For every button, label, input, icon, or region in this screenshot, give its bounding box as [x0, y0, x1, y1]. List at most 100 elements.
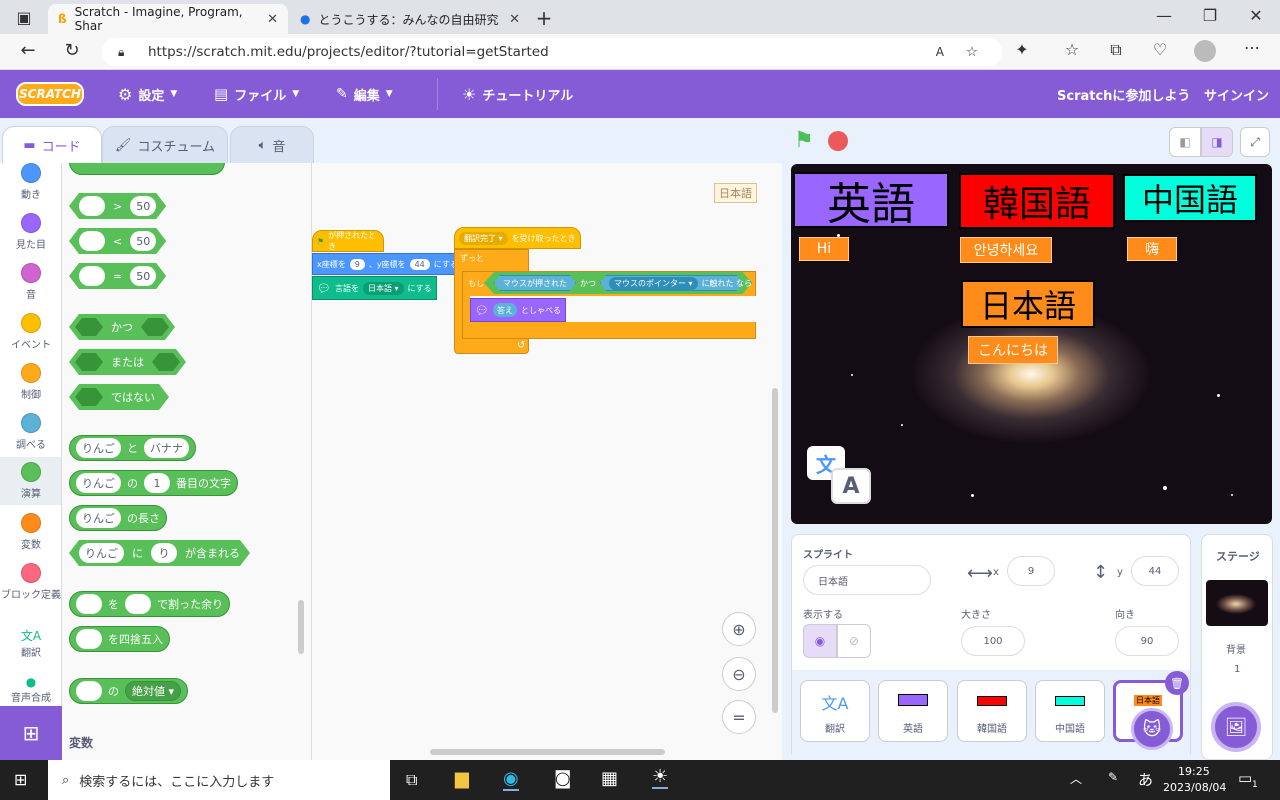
operand-slot[interactable]: 50: [130, 231, 156, 251]
clock-time[interactable]: 19:25: [1178, 765, 1210, 778]
and-condition[interactable]: マウスが押された かつ マウスのポインター ▾ に触れた: [484, 272, 753, 294]
zoom-in-button[interactable]: ⊕: [722, 612, 756, 646]
category-operators[interactable]: 演算: [0, 457, 61, 505]
sprite-thumb-english[interactable]: 英語: [878, 680, 948, 742]
category-events[interactable]: イベント: [0, 313, 61, 351]
when-flag-clicked-hat[interactable]: ⚑ が押されたとき: [312, 230, 384, 252]
restore-icon[interactable]: ❐: [1198, 6, 1222, 25]
x-input[interactable]: 9: [1007, 556, 1055, 586]
favorite-star-icon[interactable]: ☆: [966, 44, 978, 60]
tutorial-menu[interactable]: ☀ チュートリアル: [462, 70, 573, 118]
direction-input[interactable]: 90: [1115, 626, 1179, 656]
profile-avatar[interactable]: [1194, 40, 1216, 62]
category-text-to-speech[interactable]: ● 音声合成: [0, 675, 61, 704]
block-letter-of[interactable]: りんごの 1 番目の文字: [69, 470, 238, 496]
block-round[interactable]: を四捨五入: [69, 626, 170, 652]
operand-slot[interactable]: [76, 629, 102, 649]
block-contains[interactable]: りんごにりが含まれる: [69, 540, 250, 566]
touching-condition[interactable]: マウスのポインター ▾ に触れた: [600, 275, 743, 291]
show-button[interactable]: ◉: [803, 624, 837, 658]
tab-code[interactable]: ▬ コード: [2, 126, 102, 164]
address-field[interactable]: 🔒︎ https://scratch.mit.edu/projects/edit…: [102, 38, 1002, 66]
settings-menu[interactable]: ⚙ 設定 ▼: [118, 70, 177, 118]
new-tab-icon[interactable]: +: [532, 6, 556, 30]
category-looks[interactable]: 見た目: [0, 213, 61, 251]
translate-sprite[interactable]: 文 A: [807, 446, 873, 506]
code-workspace[interactable]: 日本語 ⚑ が押されたとき x座標を 9 、y座標を 44 にする 💬︎ 言語を 日本語 ▾…: [312, 163, 782, 760]
taskbar-search[interactable]: ⌕ 検索するには、ここに入力します: [48, 760, 390, 800]
touching-dropdown[interactable]: マウスのポインター ▾: [609, 277, 698, 290]
large-stage-button[interactable]: ◨: [1201, 127, 1233, 157]
code-horizontal-scrollbar[interactable]: [430, 749, 665, 755]
say-block[interactable]: 💬︎ 答え としゃべる: [470, 298, 566, 322]
bool-slot[interactable]: [75, 388, 103, 406]
y-input[interactable]: 44: [409, 258, 430, 270]
sign-in-link[interactable]: サインイン: [1204, 70, 1269, 118]
operand-slot[interactable]: [76, 681, 102, 701]
operand-slot[interactable]: [79, 196, 105, 216]
operand-slot[interactable]: 50: [130, 196, 156, 216]
extensions-icon[interactable]: ✦: [1010, 40, 1034, 59]
operand-slot[interactable]: 50: [130, 266, 156, 286]
delete-sprite-button[interactable]: 🗑︎: [1165, 671, 1189, 695]
browser-tab-2[interactable]: ● とうこうする：みんなの自由研究紹介 ✕: [290, 4, 530, 34]
function-dropdown[interactable]: 絶対値 ▾: [125, 681, 182, 701]
x-input[interactable]: 9: [349, 258, 365, 270]
back-icon[interactable]: ←: [16, 40, 40, 61]
tab-sound[interactable]: 🔈︎ 音: [230, 126, 314, 164]
add-extension-button[interactable]: ⊞: [0, 706, 62, 760]
sprite-english[interactable]: 英語: [793, 172, 949, 230]
bool-slot[interactable]: [75, 353, 103, 371]
answer-reporter[interactable]: 答え: [492, 303, 517, 317]
file-menu[interactable]: ▤ ファイル ▼: [214, 70, 299, 118]
tab-actions-icon[interactable]: ▣: [12, 8, 36, 27]
close-window-icon[interactable]: ✕: [1244, 6, 1268, 25]
category-motion[interactable]: 動き: [0, 163, 61, 201]
sprite-thumb-korean[interactable]: 韓国語: [957, 680, 1027, 742]
block-join[interactable]: りんごとバナナ: [69, 435, 196, 461]
y-input[interactable]: 44: [1131, 556, 1179, 586]
stop-button[interactable]: [828, 131, 848, 151]
category-my-blocks[interactable]: ブロック定義: [0, 563, 61, 601]
hide-button[interactable]: ⊘: [837, 624, 871, 658]
minimize-icon[interactable]: —: [1152, 6, 1176, 25]
block-mod[interactable]: を で割った余り: [69, 591, 230, 617]
when-i-receive-hat[interactable]: 翻訳完了 ▾ を受け取ったとき: [454, 227, 581, 249]
operand-slot[interactable]: [79, 231, 105, 251]
operand-slot[interactable]: りんご: [76, 438, 121, 458]
edit-menu[interactable]: ✎ 編集 ▼: [336, 70, 393, 118]
notification-icon[interactable]: ▭: [1238, 769, 1252, 787]
operand-slot[interactable]: バナナ: [144, 438, 189, 458]
mouse-down-condition[interactable]: マウスが押された: [494, 275, 576, 291]
zoom-out-button[interactable]: ⊖: [722, 657, 756, 691]
stage-canvas[interactable]: 英語 韓国語 中国語 Hi 안녕하세요 嗨 日本語 こんにちは 文 A: [791, 164, 1272, 524]
block-greater-than[interactable]: >50: [69, 193, 166, 219]
block-and[interactable]: かつ: [69, 314, 175, 340]
backdrop-thumbnail[interactable]: [1206, 580, 1268, 626]
edge-icon[interactable]: ◉: [503, 768, 519, 791]
operand-slot[interactable]: りんご: [79, 543, 124, 563]
heartbeat-icon[interactable]: ♡: [1148, 40, 1172, 59]
language-dropdown[interactable]: 日本語 ▾: [362, 281, 404, 295]
operand-slot[interactable]: りんご: [76, 508, 121, 528]
start-icon[interactable]: ⊞: [14, 770, 27, 789]
code-vertical-scrollbar[interactable]: [772, 388, 778, 713]
block-not[interactable]: ではない: [69, 384, 169, 410]
goto-xy-block[interactable]: x座標を 9 、y座標を 44 にする: [312, 253, 463, 275]
operand-slot[interactable]: [79, 266, 105, 286]
zoom-reset-button[interactable]: =: [722, 700, 756, 734]
collections-icon[interactable]: ⧉: [1104, 40, 1128, 60]
category-sensing[interactable]: 調べる: [0, 413, 61, 451]
file-explorer-icon[interactable]: ▆: [455, 768, 469, 789]
ime-indicator[interactable]: あ: [1138, 769, 1153, 790]
show-hidden-icons[interactable]: ︿: [1070, 770, 1082, 787]
task-view-icon[interactable]: ⧉: [406, 770, 417, 790]
sprite-korean[interactable]: 韓国語: [959, 173, 1115, 229]
block-math-function[interactable]: の 絶対値 ▾: [69, 678, 189, 704]
bool-slot[interactable]: [152, 353, 180, 371]
category-control[interactable]: 制御: [0, 363, 61, 401]
block-partial-top[interactable]: [69, 163, 225, 175]
join-scratch-link[interactable]: Scratchに参加しよう: [1057, 70, 1190, 118]
operand-slot[interactable]: りんご: [76, 473, 121, 493]
browser-tab-scratch[interactable]: ß Scratch - Imagine, Program, Shar ✕: [48, 4, 288, 34]
